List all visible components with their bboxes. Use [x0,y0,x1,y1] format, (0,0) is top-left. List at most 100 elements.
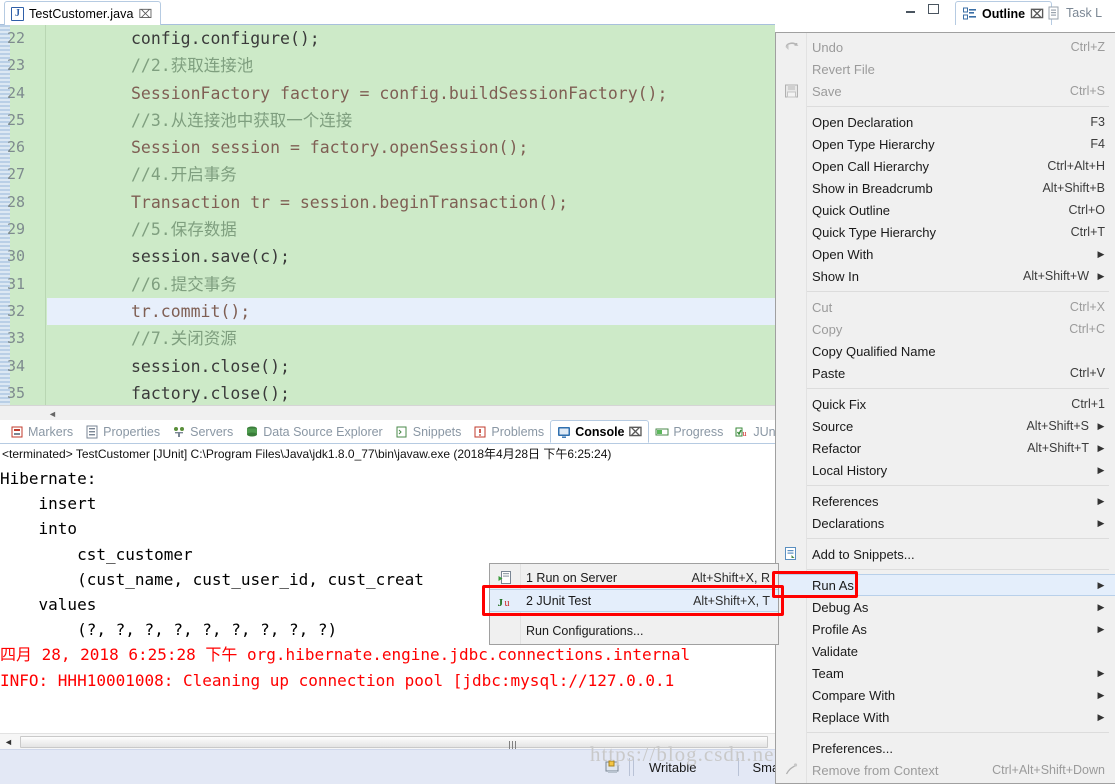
code-editor[interactable]: 22 config.configure(); 23 //2.获取连接池 24 Sessio… [0,25,775,420]
menu-item-refactor[interactable]: Refactor Alt+Shift+T ▶ [776,437,1115,459]
snippet-icon [783,546,800,562]
junit-icon: u [735,425,749,439]
menu-item-compare-with[interactable]: Compare With ▶ [776,684,1115,706]
undo-icon [783,39,800,55]
code-line[interactable]: 31 //6.提交事务 [7,271,775,298]
code-line[interactable]: 33 //7.关闭资源 [7,325,775,352]
menu-item-open-type-hierarchy[interactable]: Open Type Hierarchy F4 [776,133,1115,155]
line-number: 29 [7,220,26,239]
tab-task-list[interactable]: Task L [1040,1,1109,25]
code-line[interactable]: 23 //2.获取连接池 [7,52,775,79]
submenu-arrow-icon: ▶ [1097,579,1105,590]
menu-item-open-call-hierarchy[interactable]: Open Call Hierarchy Ctrl+Alt+H [776,155,1115,177]
menu-item-label: Preferences... [812,740,893,756]
code-line[interactable]: 29 //5.保存数据 [7,216,775,243]
code-line[interactable]: 27 //4.开启事务 [7,161,775,188]
console-output-line: Hibernate: [0,469,106,488]
code-line[interactable]: 28 Transaction tr = session.beginTransact… [7,189,775,216]
close-icon[interactable]: ⌧ [629,426,643,438]
menu-item-copy-qualified-name[interactable]: Copy Qualified Name [776,340,1115,362]
code-text-area[interactable]: 22 config.configure(); 23 //2.获取连接池 24 Sessio… [7,25,775,420]
editor-tab-testcustomer[interactable]: J TestCustomer.java ⌧ [4,1,162,25]
console-tab-label: Snippets [412,424,462,439]
menu-item-quick-type-hierarchy[interactable]: Quick Type Hierarchy Ctrl+T [776,221,1115,243]
line-number: 30 [7,247,26,266]
menu-item-team[interactable]: Team ▶ [776,662,1115,684]
scrollbar-thumb[interactable] [20,736,768,749]
menu-item-label: Show In [812,268,859,284]
menu-item-run-as[interactable]: Run As ▶ [776,574,1115,596]
menu-item-quick-fix[interactable]: Quick Fix Ctrl+1 [776,393,1115,415]
line-number: 26 [7,138,26,157]
line-number: 23 [7,56,26,75]
maximize-button[interactable] [927,3,940,15]
menu-item-profile-as[interactable]: Profile As ▶ [776,618,1115,640]
menu-item-paste[interactable]: Paste Ctrl+V [776,362,1115,384]
submenu-item-1-run-on-server[interactable]: 1 Run on Server Alt+Shift+X, R [490,566,778,589]
code-line[interactable]: 35 factory.close(); [7,380,775,407]
code-text: session.close(); [131,356,290,376]
code-line[interactable]: 34 session.close(); [7,353,775,380]
servers-icon [172,425,186,439]
menu-item-references[interactable]: References ▶ [776,490,1115,512]
menu-item-label: Open Type Hierarchy [812,136,935,152]
console-tab-snippets[interactable]: Snippets [389,420,468,443]
menu-item-copy: Copy Ctrl+C [776,318,1115,340]
tab-outline[interactable]: Outline ⌧ [955,1,1052,25]
editor-horizontal-scrollbar[interactable]: ◄ [0,405,775,420]
console-tab-markers[interactable]: Markers [4,420,79,443]
console-horizontal-scrollbar[interactable]: ◄ [0,733,775,749]
console-icon [557,425,571,439]
submenu-item-run-configurations[interactable]: Run Configurations... [490,619,778,642]
editor-context-menu[interactable]: Undo Ctrl+Z Revert File Save Ctrl+S Open Decl… [775,32,1115,784]
svg-text:J: J [498,597,504,609]
line-number: 31 [7,274,26,293]
menu-item-label: Cut [812,299,833,315]
console-tab-jun[interactable]: u JUn [729,420,781,443]
line-number: 24 [7,83,26,102]
code-line[interactable]: 25 //3.从连接池中获取一个连接 [7,107,775,134]
menu-item-replace-with[interactable]: Replace With ▶ [776,706,1115,728]
menu-item-open-with[interactable]: Open With ▶ [776,243,1115,265]
submenu-item-2-junit-test[interactable]: Ju 2 JUnit Test Alt+Shift+X, T [490,589,778,612]
menu-item-accelerator: Alt+Shift+T [1027,441,1089,455]
code-line[interactable]: 30 session.save(c); [7,243,775,270]
code-text: //2.获取连接池 [131,56,254,76]
menu-item-label: Run As [812,577,854,593]
close-icon[interactable]: ⌧ [139,8,153,20]
menu-item-label: Profile As [812,621,867,637]
run-as-submenu[interactable]: 1 Run on Server Alt+Shift+X, R Ju 2 JUnit T… [489,563,779,645]
console-tab-progress[interactable]: Progress [649,420,729,443]
menu-item-label: Add to Snippets... [812,546,915,562]
code-text: //5.保存数据 [131,220,237,240]
submenu-arrow-icon: ▶ [1097,689,1105,700]
console-tab-data-source-explorer[interactable]: Data Source Explorer [239,420,389,443]
scroll-left-icon[interactable]: ◄ [48,409,57,419]
menu-item-label: Paste [812,365,846,381]
code-line[interactable]: 24 SessionFactory factory = config.buildS… [7,80,775,107]
menu-item-quick-outline[interactable]: Quick Outline Ctrl+O [776,199,1115,221]
code-line[interactable]: 32 tr.commit(); [7,297,775,326]
console-tab-servers[interactable]: Servers [166,420,239,443]
menu-item-label: Revert File [812,61,875,77]
menu-item-validate[interactable]: Validate [776,640,1115,662]
menu-item-accelerator: Ctrl+Alt+Shift+Down [992,763,1105,777]
menu-item-show-in-breadcrumb[interactable]: Show in Breadcrumb Alt+Shift+B [776,177,1115,199]
menu-item-open-declaration[interactable]: Open Declaration F3 [776,111,1115,133]
console-tab-console[interactable]: Console ⌧ [550,420,650,443]
console-tab-properties[interactable]: Properties [79,420,166,443]
menu-item-preferences[interactable]: Preferences... [776,737,1115,759]
code-line[interactable]: 22 config.configure(); [7,25,775,52]
menu-item-add-to-snippets[interactable]: Add to Snippets... [776,543,1115,565]
console-tab-problems[interactable]: Problems [467,420,550,443]
menu-item-source[interactable]: Source Alt+Shift+S ▶ [776,415,1115,437]
minimize-button[interactable] [905,3,918,15]
menu-item-label: Refactor [812,440,862,456]
menu-item-show-in[interactable]: Show In Alt+Shift+W ▶ [776,265,1115,287]
menu-item-local-history[interactable]: Local History ▶ [776,459,1115,481]
scroll-left-icon[interactable]: ◄ [4,737,13,747]
menu-item-debug-as[interactable]: Debug As ▶ [776,596,1115,618]
code-line[interactable]: 26 Session session = factory.openSession(… [7,134,775,161]
menu-item-label: Quick Type Hierarchy [812,224,937,240]
menu-item-declarations[interactable]: Declarations ▶ [776,512,1115,534]
